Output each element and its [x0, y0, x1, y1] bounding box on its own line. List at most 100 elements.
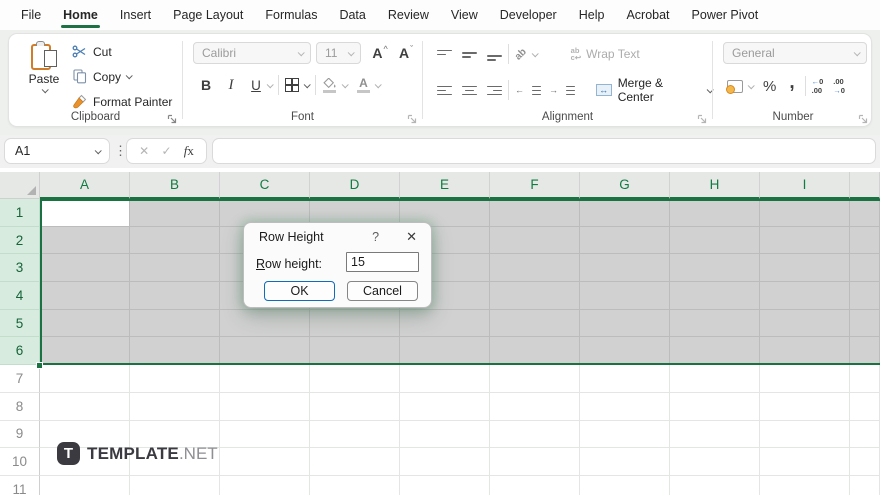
menu-tab-help[interactable]: Help	[568, 0, 616, 30]
borders-dropdown-icon[interactable]	[303, 80, 311, 88]
cell-C7[interactable]	[220, 365, 310, 393]
cell-partial-5[interactable]	[850, 309, 880, 338]
copy-button[interactable]: Copy	[71, 64, 172, 89]
font-size-select[interactable]: 11	[316, 42, 361, 64]
cell-A2[interactable]	[40, 226, 130, 255]
borders-icon[interactable]	[285, 78, 299, 92]
help-icon[interactable]: ?	[372, 230, 379, 244]
column-header-C[interactable]: C	[220, 172, 310, 199]
fill-color-button[interactable]	[322, 77, 337, 93]
cell-D11[interactable]	[310, 475, 400, 495]
menu-tab-power-pivot[interactable]: Power Pivot	[681, 0, 770, 30]
formula-input[interactable]	[212, 138, 876, 164]
cell-H10[interactable]	[670, 448, 760, 476]
cell-partial-3[interactable]	[850, 254, 880, 283]
wrap-text-label[interactable]: Wrap Text	[586, 47, 640, 61]
bottom-align-icon[interactable]	[487, 48, 502, 61]
cell-E5[interactable]	[400, 309, 490, 338]
menu-tab-review[interactable]: Review	[377, 0, 440, 30]
column-header-G[interactable]: G	[580, 172, 670, 199]
font-color-dropdown-icon[interactable]	[374, 80, 382, 88]
cell-I7[interactable]	[760, 365, 850, 393]
cell-C6[interactable]	[220, 337, 310, 366]
cell-B5[interactable]	[130, 309, 220, 338]
row-header-8[interactable]: 8	[0, 392, 40, 421]
menu-tab-page-layout[interactable]: Page Layout	[162, 0, 254, 30]
row-header-10[interactable]: 10	[0, 448, 40, 476]
cell-F1[interactable]	[490, 199, 580, 227]
column-header-F[interactable]: F	[490, 172, 580, 199]
cell-F10[interactable]	[490, 448, 580, 476]
cell-B2[interactable]	[130, 226, 220, 255]
cell-H4[interactable]	[670, 282, 760, 310]
cell-C8[interactable]	[220, 392, 310, 421]
cell-B6[interactable]	[130, 337, 220, 366]
cell-F2[interactable]	[490, 226, 580, 255]
cell-partial-10[interactable]	[850, 448, 880, 476]
cell-H6[interactable]	[670, 337, 760, 366]
menu-tab-insert[interactable]: Insert	[109, 0, 162, 30]
cell-D6[interactable]	[310, 337, 400, 366]
cell-partial-1[interactable]	[850, 199, 880, 227]
cell-I11[interactable]	[760, 475, 850, 495]
align-right-icon[interactable]	[487, 84, 502, 97]
cell-I6[interactable]	[760, 337, 850, 366]
decrease-indent-icon[interactable]: ←	[515, 84, 541, 97]
alignment-dialog-launcher-icon[interactable]	[697, 111, 707, 124]
align-left-icon[interactable]	[437, 84, 452, 97]
cancel-button[interactable]: Cancel	[347, 281, 418, 301]
cell-D5[interactable]	[310, 309, 400, 338]
row-header-11[interactable]: 11	[0, 475, 40, 495]
paste-button[interactable]: Paste	[19, 39, 69, 107]
column-header-I[interactable]: I	[760, 172, 850, 199]
row-header-4[interactable]: 4	[0, 282, 40, 310]
cell-partial-8[interactable]	[850, 392, 880, 421]
column-header-D[interactable]: D	[310, 172, 400, 199]
cell-G10[interactable]	[580, 448, 670, 476]
cell-E11[interactable]	[400, 475, 490, 495]
cell-A3[interactable]	[40, 254, 130, 283]
row-header-7[interactable]: 7	[0, 365, 40, 393]
cell-I1[interactable]	[760, 199, 850, 227]
row-header-3[interactable]: 3	[0, 254, 40, 283]
cell-B4[interactable]	[130, 282, 220, 310]
row-header-1[interactable]: 1	[0, 199, 40, 227]
column-header-B[interactable]: B	[130, 172, 220, 199]
cell-F7[interactable]	[490, 365, 580, 393]
cell-A7[interactable]	[40, 365, 130, 393]
cut-button[interactable]: Cut	[71, 39, 172, 64]
cell-H2[interactable]	[670, 226, 760, 255]
middle-align-icon[interactable]	[462, 48, 477, 61]
number-format-select[interactable]: General	[723, 42, 867, 64]
cell-A4[interactable]	[40, 282, 130, 310]
orientation-dropdown-icon[interactable]	[531, 49, 539, 57]
row-header-2[interactable]: 2	[0, 226, 40, 255]
confirm-entry-icon[interactable]: ✓	[161, 144, 171, 158]
dialog-title-bar[interactable]: Row Height ? ✕	[244, 223, 431, 249]
cell-H11[interactable]	[670, 475, 760, 495]
menu-tab-data[interactable]: Data	[328, 0, 376, 30]
cell-E7[interactable]	[400, 365, 490, 393]
cell-E10[interactable]	[400, 448, 490, 476]
cell-G8[interactable]	[580, 392, 670, 421]
decrease-decimal-button[interactable]: .00 →0	[833, 77, 845, 95]
accounting-format-icon[interactable]	[726, 79, 743, 94]
cell-D7[interactable]	[310, 365, 400, 393]
row-header-5[interactable]: 5	[0, 309, 40, 338]
cell-B7[interactable]	[130, 365, 220, 393]
orientation-icon[interactable]: ab	[513, 46, 529, 62]
cell-partial-9[interactable]	[850, 420, 880, 449]
cell-G6[interactable]	[580, 337, 670, 366]
accounting-dropdown-icon[interactable]	[747, 81, 755, 89]
increase-font-size-button[interactable]: A ^	[371, 42, 389, 64]
cell-A11[interactable]	[40, 475, 130, 495]
copy-dropdown-icon[interactable]	[125, 72, 133, 80]
cell-F8[interactable]	[490, 392, 580, 421]
row-height-input[interactable]	[346, 252, 419, 272]
cell-F3[interactable]	[490, 254, 580, 283]
cell-I8[interactable]	[760, 392, 850, 421]
align-center-icon[interactable]	[462, 84, 477, 97]
increase-decimal-button[interactable]: ←0 .00	[812, 77, 824, 95]
cell-I10[interactable]	[760, 448, 850, 476]
cell-F5[interactable]	[490, 309, 580, 338]
